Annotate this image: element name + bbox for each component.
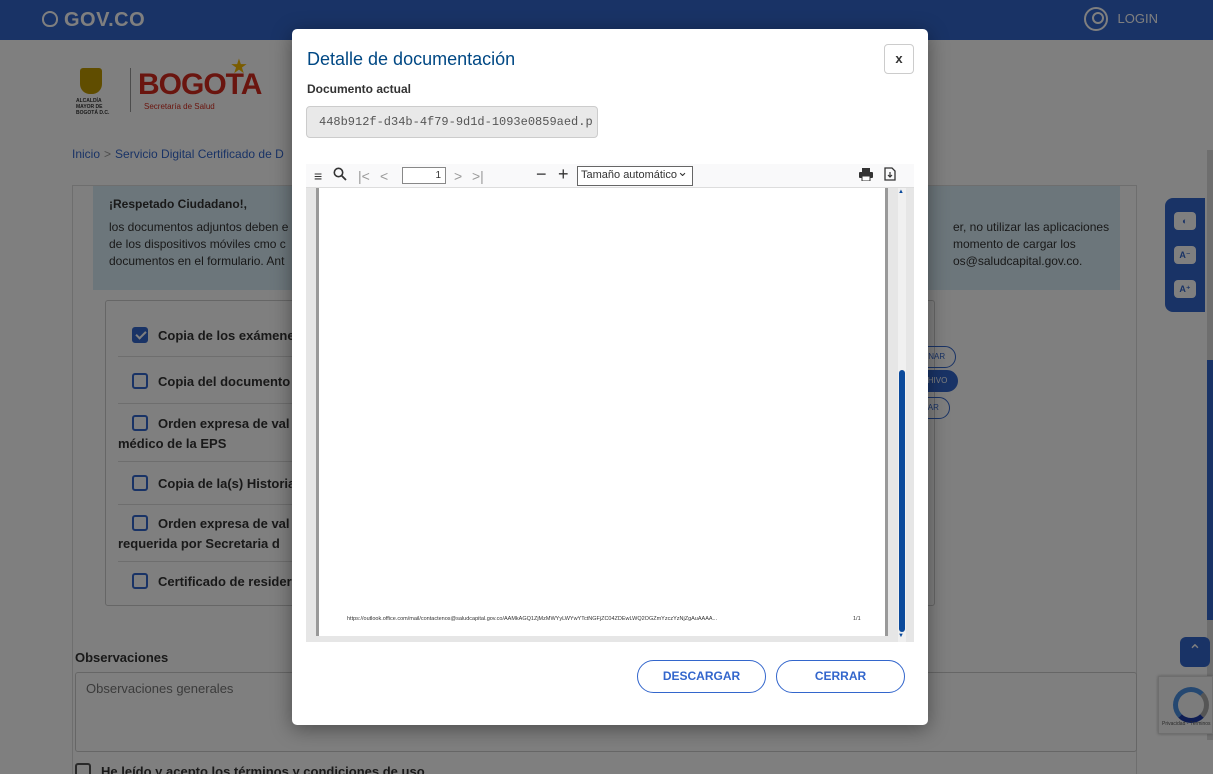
pdf-content-area[interactable]: https://outlook.office.com/mail/contacte… <box>306 188 914 642</box>
current-document-label: Documento actual <box>307 82 412 96</box>
zoom-out-icon[interactable]: − <box>536 165 547 183</box>
pdf-scroll-thumb[interactable] <box>899 370 905 632</box>
scroll-down-icon[interactable]: ▼ <box>898 633 904 639</box>
pdf-toolbar: ≡ |< < 1 > >| − + Tamaño automático <box>306 164 914 188</box>
first-page-icon[interactable]: |< <box>358 167 370 185</box>
pdf-viewer: ≡ |< < 1 > >| − + Tamaño automático http… <box>306 164 914 642</box>
zoom-select[interactable]: Tamaño automático <box>577 164 693 186</box>
previous-page-icon[interactable]: < <box>380 167 388 185</box>
save-download-icon[interactable] <box>884 167 896 185</box>
print-icon[interactable] <box>859 167 873 185</box>
last-page-icon[interactable]: >| <box>472 167 484 185</box>
search-icon[interactable] <box>333 167 347 185</box>
modal-close-button[interactable]: x <box>884 44 914 74</box>
sidebar-toggle-icon[interactable]: ≡ <box>314 167 322 185</box>
current-document-field[interactable]: 448b912f-d34b-4f79-9d1d-1093e0859aed.p <box>306 106 598 138</box>
page-number-input[interactable]: 1 <box>402 167 446 184</box>
download-button[interactable]: DESCARGAR <box>637 660 766 693</box>
scroll-up-icon[interactable]: ▲ <box>898 189 904 195</box>
document-detail-modal: Detalle de documentación x Documento act… <box>292 29 928 725</box>
pdf-page: https://outlook.office.com/mail/contacte… <box>316 188 888 636</box>
pdf-footer-url: https://outlook.office.com/mail/contacte… <box>347 616 718 622</box>
close-button[interactable]: CERRAR <box>776 660 905 693</box>
pdf-scrollbar[interactable]: ▲ ▼ <box>898 188 906 642</box>
modal-title: Detalle de documentación <box>307 49 516 69</box>
next-page-icon[interactable]: > <box>454 167 462 185</box>
pdf-page-count: 1/1 <box>853 616 861 622</box>
zoom-in-icon[interactable]: + <box>558 165 569 183</box>
